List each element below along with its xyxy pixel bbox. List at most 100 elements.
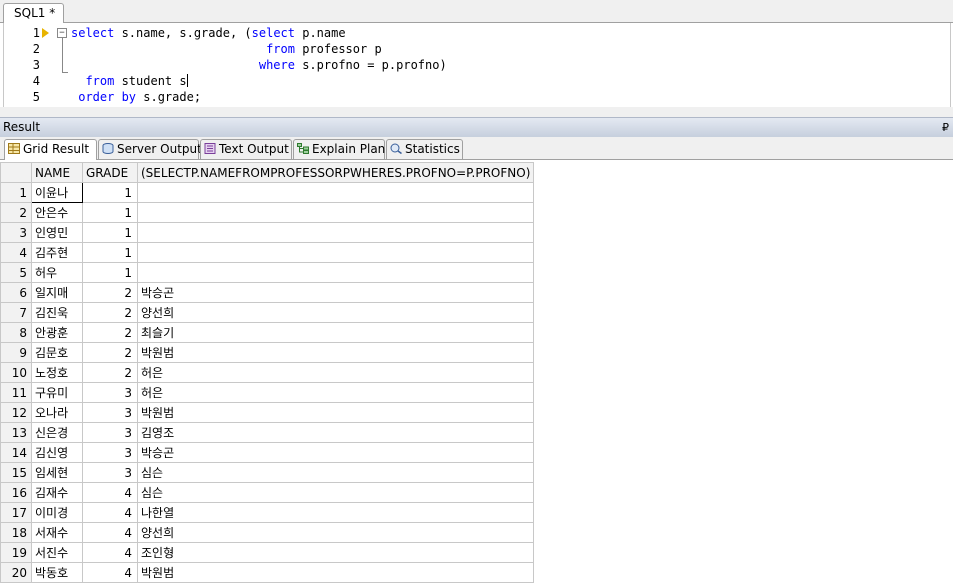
professor-name-cell[interactable]: 박원범 <box>136 562 535 583</box>
grade-cell[interactable]: 3 <box>82 402 138 423</box>
row-number-cell[interactable]: 4 <box>0 242 32 263</box>
table-row[interactable]: 2 안은수 1 <box>0 202 535 223</box>
tab-text-output[interactable]: Text Output <box>200 139 292 159</box>
professor-name-cell[interactable] <box>136 242 535 263</box>
grade-cell[interactable]: 4 <box>82 502 138 523</box>
table-row[interactable]: 4 김주현 1 <box>0 242 535 263</box>
professor-name-cell[interactable] <box>136 182 535 203</box>
grade-cell[interactable]: 2 <box>82 282 138 303</box>
row-number-cell[interactable]: 9 <box>0 342 32 363</box>
tab-server-output[interactable]: Server Output <box>98 139 202 159</box>
name-cell[interactable]: 김주현 <box>31 242 83 263</box>
table-row[interactable]: 12 오나라 3 박원범 <box>0 402 535 423</box>
table-row[interactable]: 18 서재수 4 양선희 <box>0 522 535 543</box>
grade-cell[interactable]: 1 <box>82 222 138 243</box>
name-cell[interactable]: 허우 <box>31 262 83 283</box>
row-number-cell[interactable]: 5 <box>0 262 32 283</box>
table-row[interactable]: 15 임세현 3 심슨 <box>0 462 535 483</box>
row-number-cell[interactable]: 2 <box>0 202 32 223</box>
name-cell[interactable]: 김재수 <box>31 482 83 503</box>
row-number-cell[interactable]: 7 <box>0 302 32 323</box>
grade-cell[interactable]: 2 <box>82 342 138 363</box>
table-row[interactable]: 13 신은경 3 김영조 <box>0 422 535 443</box>
table-row[interactable]: 14 김신영 3 박승곤 <box>0 442 535 463</box>
grade-cell[interactable]: 3 <box>82 382 138 403</box>
sql-editor-tab[interactable]: SQL1 * <box>3 3 65 23</box>
grade-cell[interactable]: 3 <box>82 462 138 483</box>
result-grid[interactable]: NAME GRADE (SELECTP.NAMEFROMPROFESSORPWH… <box>0 162 535 583</box>
professor-name-cell[interactable]: 양선희 <box>136 522 535 543</box>
table-row[interactable]: 10 노정호 2 허은 <box>0 362 535 383</box>
row-number-cell[interactable]: 8 <box>0 322 32 343</box>
professor-name-cell[interactable] <box>136 262 535 283</box>
professor-name-cell[interactable]: 양선희 <box>136 302 535 323</box>
professor-name-cell[interactable]: 박승곤 <box>136 442 535 463</box>
grade-cell[interactable]: 2 <box>82 322 138 343</box>
professor-name-cell[interactable]: 심슨 <box>136 482 535 503</box>
professor-name-cell[interactable]: 나한열 <box>136 502 535 523</box>
professor-name-cell[interactable] <box>136 202 535 223</box>
row-number-cell[interactable]: 14 <box>0 442 32 463</box>
row-number-cell[interactable]: 1 <box>0 182 32 203</box>
name-cell[interactable]: 구유미 <box>31 382 83 403</box>
sql-editor[interactable]: 1 2 3 4 5 − select s.name, s.grade, (sel… <box>3 23 951 108</box>
name-cell[interactable]: 인영민 <box>31 222 83 243</box>
table-row[interactable]: 20 박동호 4 박원범 <box>0 562 535 583</box>
name-cell[interactable]: 안은수 <box>31 202 83 223</box>
table-row[interactable]: 7 김진욱 2 양선희 <box>0 302 535 323</box>
tab-explain-plan[interactable]: Explain Plan <box>293 139 385 159</box>
table-row[interactable]: 11 구유미 3 허은 <box>0 382 535 403</box>
row-number-cell[interactable]: 13 <box>0 422 32 443</box>
row-number-cell[interactable]: 15 <box>0 462 32 483</box>
table-row[interactable]: 6 일지매 2 박승곤 <box>0 282 535 303</box>
table-row[interactable]: 3 인영민 1 <box>0 222 535 243</box>
name-cell[interactable]: 오나라 <box>31 402 83 423</box>
professor-name-cell[interactable]: 허은 <box>136 382 535 403</box>
name-cell[interactable]: 박동호 <box>31 562 83 583</box>
grade-cell[interactable]: 2 <box>82 302 138 323</box>
name-cell[interactable]: 이윤나 <box>31 182 83 203</box>
column-header[interactable]: GRADE <box>82 162 138 183</box>
name-cell[interactable]: 이미경 <box>31 502 83 523</box>
row-number-cell[interactable]: 11 <box>0 382 32 403</box>
professor-name-cell[interactable]: 허은 <box>136 362 535 383</box>
panel-splitter[interactable] <box>0 107 953 117</box>
table-row[interactable]: 16 김재수 4 심슨 <box>0 482 535 503</box>
pin-icon[interactable]: ₽ <box>942 118 949 137</box>
professor-name-cell[interactable]: 조인형 <box>136 542 535 563</box>
column-header[interactable]: (SELECTP.NAMEFROMPROFESSORPWHERES.PROFNO… <box>136 162 535 183</box>
name-cell[interactable]: 일지매 <box>31 282 83 303</box>
column-header[interactable]: NAME <box>31 162 83 183</box>
name-cell[interactable]: 서재수 <box>31 522 83 543</box>
grade-cell[interactable]: 4 <box>82 482 138 503</box>
row-number-cell[interactable]: 6 <box>0 282 32 303</box>
professor-name-cell[interactable]: 최슬기 <box>136 322 535 343</box>
table-row[interactable]: 17 이미경 4 나한열 <box>0 502 535 523</box>
grade-cell[interactable]: 3 <box>82 422 138 443</box>
row-number-cell[interactable]: 20 <box>0 562 32 583</box>
grade-cell[interactable]: 1 <box>82 242 138 263</box>
name-cell[interactable]: 노정호 <box>31 362 83 383</box>
table-row[interactable]: 1 이윤나 1 <box>0 182 535 203</box>
row-number-cell[interactable]: 19 <box>0 542 32 563</box>
row-number-cell[interactable]: 16 <box>0 482 32 503</box>
tab-grid-result[interactable]: Grid Result <box>4 139 97 160</box>
professor-name-cell[interactable]: 박원범 <box>136 402 535 423</box>
tab-statistics[interactable]: Statistics <box>386 139 463 159</box>
professor-name-cell[interactable]: 박승곤 <box>136 282 535 303</box>
grade-cell[interactable]: 4 <box>82 562 138 583</box>
professor-name-cell[interactable]: 심슨 <box>136 462 535 483</box>
row-number-cell[interactable]: 3 <box>0 222 32 243</box>
name-cell[interactable]: 안광훈 <box>31 322 83 343</box>
professor-name-cell[interactable]: 김영조 <box>136 422 535 443</box>
table-row[interactable]: 5 허우 1 <box>0 262 535 283</box>
row-number-cell[interactable]: 10 <box>0 362 32 383</box>
name-cell[interactable]: 김문호 <box>31 342 83 363</box>
grade-cell[interactable]: 4 <box>82 542 138 563</box>
table-row[interactable]: 9 김문호 2 박원범 <box>0 342 535 363</box>
table-row[interactable]: 19 서진수 4 조인형 <box>0 542 535 563</box>
grade-cell[interactable]: 1 <box>82 262 138 283</box>
table-row[interactable]: 8 안광훈 2 최슬기 <box>0 322 535 343</box>
professor-name-cell[interactable]: 박원범 <box>136 342 535 363</box>
professor-name-cell[interactable] <box>136 222 535 243</box>
